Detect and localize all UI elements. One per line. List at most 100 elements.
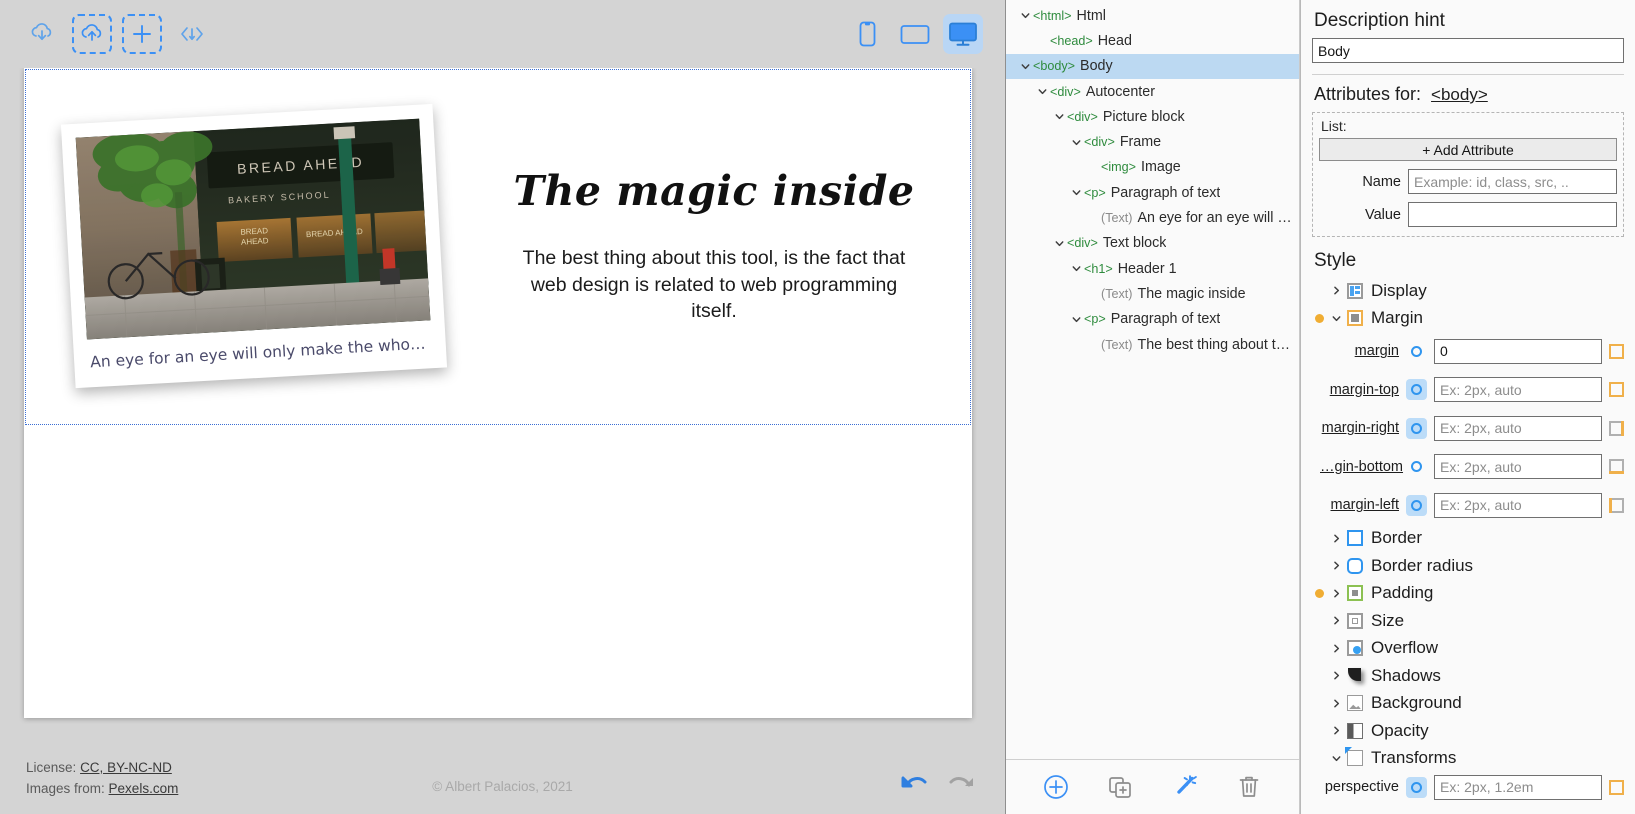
attributes-target-tag[interactable]: <body>: [1431, 85, 1488, 105]
style-group-padding[interactable]: Padding: [1312, 580, 1624, 608]
chevron-right-icon[interactable]: [1328, 670, 1345, 681]
page-heading[interactable]: The magic inside: [494, 167, 934, 215]
style-group-border[interactable]: Border: [1312, 525, 1624, 553]
add-attribute-button[interactable]: + Add Attribute: [1319, 138, 1617, 161]
tree-node-the-best-thing-about-this-tool[interactable]: (Text)The best thing about this tool…: [1006, 332, 1299, 357]
tree-node-the-magic-inside[interactable]: (Text)The magic inside: [1006, 281, 1299, 306]
chevron-right-icon[interactable]: [1328, 533, 1345, 544]
style-group-overflow[interactable]: Overflow: [1312, 635, 1624, 663]
style-group-size[interactable]: Size: [1312, 607, 1624, 635]
chevron-right-icon[interactable]: [1328, 588, 1345, 599]
tree-node-paragraph-of-text[interactable]: <p>Paragraph of text: [1006, 307, 1299, 332]
page-sheet[interactable]: BREAD AHEAD BAKERY SCHOOL BREAD AHEAD BR…: [24, 68, 972, 718]
style-field-side-indicator-margin-bottom[interactable]: [1609, 459, 1624, 474]
style-field-label-margin-top[interactable]: margin-top: [1320, 382, 1406, 398]
desktop-icon[interactable]: [943, 14, 983, 54]
style-field-input-margin-left[interactable]: [1434, 493, 1602, 518]
style-group-transforms[interactable]: Transforms: [1312, 745, 1624, 773]
style-field-toggle-margin-left[interactable]: [1406, 495, 1427, 516]
description-hint-input[interactable]: [1312, 38, 1624, 63]
autocenter-div[interactable]: BREAD AHEAD BAKERY SCHOOL BREAD AHEAD BR…: [24, 68, 970, 424]
chevron-down-icon[interactable]: [1052, 111, 1067, 122]
style-field-input-margin-right[interactable]: [1434, 416, 1602, 441]
style-field-toggle-perspective[interactable]: [1406, 777, 1427, 798]
tree-node-text-block[interactable]: <div>Text block: [1006, 231, 1299, 256]
chevron-down-icon[interactable]: [1069, 137, 1084, 148]
style-field-label-margin-left[interactable]: margin-left: [1320, 497, 1406, 513]
chevron-down-icon[interactable]: [1328, 753, 1345, 764]
picture-caption[interactable]: An eye for an eye will only make the who…: [90, 334, 430, 371]
license-link[interactable]: CC, BY-NC-ND: [80, 760, 172, 775]
style-field-input-perspective[interactable]: [1434, 775, 1602, 800]
code-icon[interactable]: [172, 14, 212, 54]
chevron-right-icon[interactable]: [1328, 285, 1345, 296]
style-field-label-margin[interactable]: margin: [1320, 343, 1406, 359]
chevron-right-icon[interactable]: [1328, 725, 1345, 736]
tree-node-html[interactable]: <html>Html: [1006, 3, 1299, 28]
style-group-display[interactable]: Display: [1312, 277, 1624, 305]
tree-node-header-1[interactable]: <h1>Header 1: [1006, 256, 1299, 281]
chevron-down-icon[interactable]: [1069, 187, 1084, 198]
tree-node-image[interactable]: <img>Image: [1006, 155, 1299, 180]
picture-block[interactable]: BREAD AHEAD BAKERY SCHOOL BREAD AHEAD BR…: [24, 114, 484, 378]
tree-node-an-eye-for-an-eye-will-only[interactable]: (Text)An eye for an eye will only …: [1006, 205, 1299, 230]
attribute-value-input[interactable]: [1408, 202, 1617, 227]
page-paragraph[interactable]: The best thing about this tool, is the f…: [514, 245, 914, 326]
dom-tree-list[interactable]: <html>Html<head>Head<body>Body<div>Autoc…: [1006, 0, 1299, 759]
style-field-input-margin-top[interactable]: [1434, 377, 1602, 402]
style-group-opacity[interactable]: Opacity: [1312, 717, 1624, 745]
style-field-side-indicator-margin-right[interactable]: [1609, 421, 1624, 436]
magic-wand-icon[interactable]: [1168, 770, 1202, 804]
duplicate-element-icon[interactable]: [1103, 770, 1137, 804]
image[interactable]: BREAD AHEAD BAKERY SCHOOL BREAD AHEAD BR…: [76, 119, 431, 340]
tree-node-picture-block[interactable]: <div>Picture block: [1006, 104, 1299, 129]
style-field-toggle-margin-bottom[interactable]: [1406, 456, 1427, 477]
style-field-label-perspective[interactable]: perspective: [1320, 779, 1406, 795]
style-group-background[interactable]: Background: [1312, 690, 1624, 718]
redo-icon[interactable]: [945, 768, 979, 798]
chevron-down-icon[interactable]: [1035, 86, 1050, 97]
style-field-side-indicator-perspective[interactable]: [1609, 780, 1624, 795]
add-element-icon[interactable]: [1039, 770, 1073, 804]
canvas-area[interactable]: BREAD AHEAD BAKERY SCHOOL BREAD AHEAD BR…: [0, 68, 1005, 814]
plus-icon[interactable]: [122, 14, 162, 54]
chevron-right-icon[interactable]: [1328, 560, 1345, 571]
chevron-down-icon[interactable]: [1069, 314, 1084, 325]
upload-cloud-icon[interactable]: [72, 14, 112, 54]
chevron-down-icon[interactable]: [1018, 10, 1033, 21]
chevron-down-icon[interactable]: [1052, 238, 1067, 249]
tablet-icon[interactable]: [895, 14, 935, 54]
chevron-down-icon[interactable]: [1328, 313, 1345, 324]
chevron-right-icon[interactable]: [1328, 698, 1345, 709]
delete-element-icon[interactable]: [1232, 770, 1266, 804]
tree-node-frame[interactable]: <div>Frame: [1006, 129, 1299, 154]
download-cloud-icon[interactable]: [22, 14, 62, 54]
chevron-right-icon[interactable]: [1328, 643, 1345, 654]
tree-node-head[interactable]: <head>Head: [1006, 28, 1299, 53]
style-field-side-indicator-margin-top[interactable]: [1609, 382, 1624, 397]
images-source-link[interactable]: Pexels.com: [109, 781, 179, 796]
style-field-side-indicator-margin-left[interactable]: [1609, 498, 1624, 513]
chevron-down-icon[interactable]: [1069, 263, 1084, 274]
style-field-toggle-margin[interactable]: [1406, 341, 1427, 362]
style-field-input-margin-bottom[interactable]: [1434, 454, 1602, 479]
tree-node-body[interactable]: <body>Body: [1006, 54, 1299, 79]
tree-node-autocenter[interactable]: <div>Autocenter: [1006, 79, 1299, 104]
undo-icon[interactable]: [897, 768, 931, 798]
text-block[interactable]: The magic inside The best thing about th…: [484, 167, 970, 326]
chevron-right-icon[interactable]: [1328, 615, 1345, 626]
style-field-label-margin-right[interactable]: margin-right: [1320, 420, 1406, 436]
style-field-input-margin[interactable]: [1434, 339, 1602, 364]
style-field-toggle-margin-top[interactable]: [1406, 379, 1427, 400]
style-field-toggle-margin-right[interactable]: [1406, 418, 1427, 439]
style-group-shadows[interactable]: Shadows: [1312, 662, 1624, 690]
style-group-margin[interactable]: Margin: [1312, 305, 1624, 333]
phone-icon[interactable]: [847, 14, 887, 54]
attribute-name-input[interactable]: [1408, 169, 1617, 194]
frame[interactable]: BREAD AHEAD BAKERY SCHOOL BREAD AHEAD BR…: [61, 104, 447, 388]
style-group-radius[interactable]: Border radius: [1312, 552, 1624, 580]
style-field-side-indicator-margin[interactable]: [1609, 344, 1624, 359]
tree-node-paragraph-of-text[interactable]: <p>Paragraph of text: [1006, 180, 1299, 205]
style-field-label-margin-bottom[interactable]: …gin-bottom: [1320, 459, 1406, 475]
chevron-down-icon[interactable]: [1018, 61, 1033, 72]
